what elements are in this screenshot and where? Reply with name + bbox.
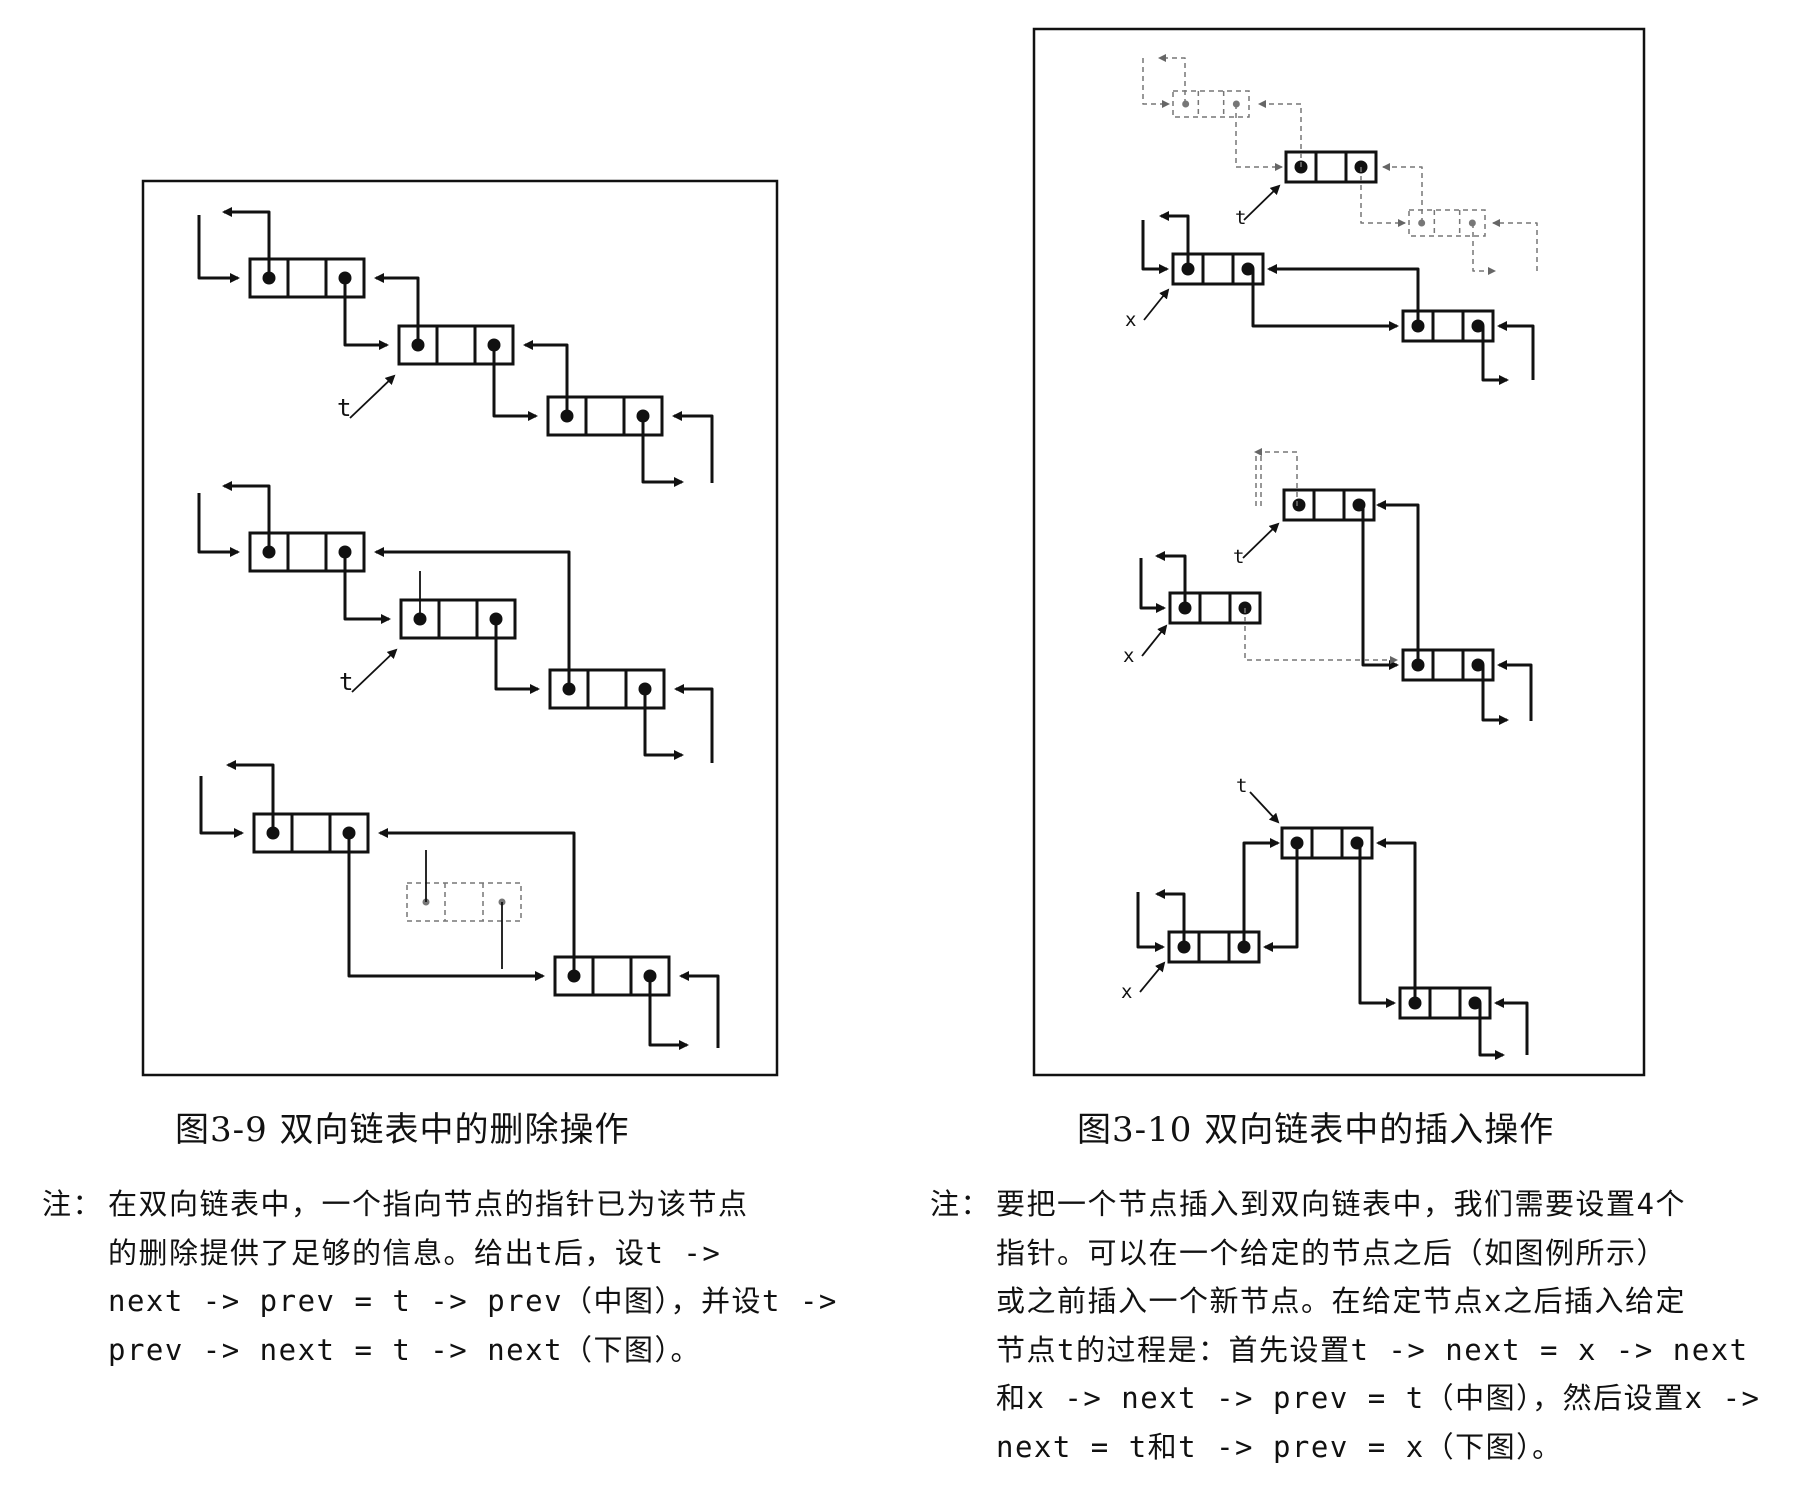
pointer-arrow <box>222 207 271 278</box>
pointer-arrow <box>222 481 271 552</box>
x-pointer-arrow <box>1139 961 1166 993</box>
t-pointer-arrow <box>349 374 396 419</box>
pointer-arrow <box>374 547 571 689</box>
pointer-arrow <box>1360 167 1406 227</box>
pointer-arrow <box>374 273 420 345</box>
figure-caption-right: 图3-10 双向链表中的插入操作 <box>1077 1110 1555 1150</box>
t-pointer-arrow <box>1249 791 1280 824</box>
note-body: 要把一个节点插入到双向链表中，我们需要设置4个 指针。可以在一个给定的节点之后（… <box>996 1187 1761 1464</box>
pointer-arrow <box>1358 843 1396 1008</box>
deletion-diagram-panel: tt <box>141 179 779 1077</box>
pointer-arrow <box>347 833 545 981</box>
pointer-arrow <box>199 776 244 838</box>
pointer-arrow <box>343 552 391 624</box>
pointer-arrow <box>1481 665 1509 725</box>
pointer-arrow <box>1376 500 1420 665</box>
t-pointer-arrow <box>351 648 398 693</box>
pointer-arrow <box>674 684 714 763</box>
next-pointer-dot <box>1350 836 1364 850</box>
pointer-arrow <box>226 760 275 833</box>
pointer-arrow <box>1235 104 1283 171</box>
insertion-diagram-panel: t x t x t x <box>1032 27 1646 1077</box>
figure-caption-left: 图3-9 双向链表中的删除操作 <box>175 1110 630 1150</box>
pointer-arrow <box>1267 264 1420 326</box>
pointer-arrow <box>1472 223 1496 275</box>
pointer-arrow <box>1376 838 1417 1003</box>
pointer-arrow <box>1141 220 1169 274</box>
pointer-arrow <box>1497 321 1535 380</box>
prev-pointer-dot <box>1292 498 1306 512</box>
panel-border <box>141 179 779 1077</box>
x-pointer-arrow <box>1143 288 1170 321</box>
pointer-arrow <box>1361 505 1399 670</box>
pointer-label: t <box>337 394 351 422</box>
t-pointer-arrow <box>1243 184 1281 221</box>
pointer-arrow <box>1497 660 1533 721</box>
pointer-label: x <box>1121 981 1132 1003</box>
pointer-arrow <box>378 828 576 976</box>
pointer-arrow <box>1251 269 1399 331</box>
pointer-arrow <box>1139 558 1166 613</box>
deletion-diagram: tt <box>141 179 779 1077</box>
pointer-arrow <box>1481 326 1509 385</box>
t-pointer-arrow <box>1242 522 1280 559</box>
pointer-label: x <box>1123 645 1134 667</box>
pointer-arrow <box>672 411 714 483</box>
pointer-arrow <box>1258 100 1302 167</box>
insertion-diagram: t x t x t x <box>1032 27 1646 1077</box>
pointer-arrow <box>679 971 720 1048</box>
pointer-arrow <box>494 619 540 694</box>
x-pointer-arrow <box>1141 624 1168 657</box>
pointer-arrow <box>1142 58 1170 108</box>
pointer-label: t <box>339 668 353 696</box>
note-prefix: 注： <box>930 1187 992 1221</box>
pointer-arrow <box>1492 219 1538 271</box>
panel-border <box>1032 27 1646 1077</box>
pointer-arrow <box>1158 54 1186 104</box>
pointer-arrow <box>1136 892 1165 952</box>
pointer-arrow <box>197 215 240 283</box>
pointer-arrow <box>1255 451 1263 506</box>
pointer-arrow <box>492 345 538 421</box>
pointer-arrow <box>1494 998 1529 1055</box>
pointer-arrow <box>1244 608 1398 664</box>
pointer-arrow <box>523 340 569 416</box>
pointer-arrow <box>197 493 240 557</box>
pointer-label: x <box>1125 309 1136 331</box>
pointer-arrow <box>1382 163 1423 223</box>
note-body: 在双向链表中，一个指向节点的指针已为该节点 的删除提供了足够的信息。给出t后，设… <box>108 1187 838 1367</box>
pointer-label: t <box>1235 207 1246 229</box>
pointer-label: t <box>1233 546 1244 568</box>
pointer-label: t <box>1236 775 1247 797</box>
note-prefix: 注： <box>42 1187 104 1221</box>
pointer-arrow <box>343 278 389 350</box>
